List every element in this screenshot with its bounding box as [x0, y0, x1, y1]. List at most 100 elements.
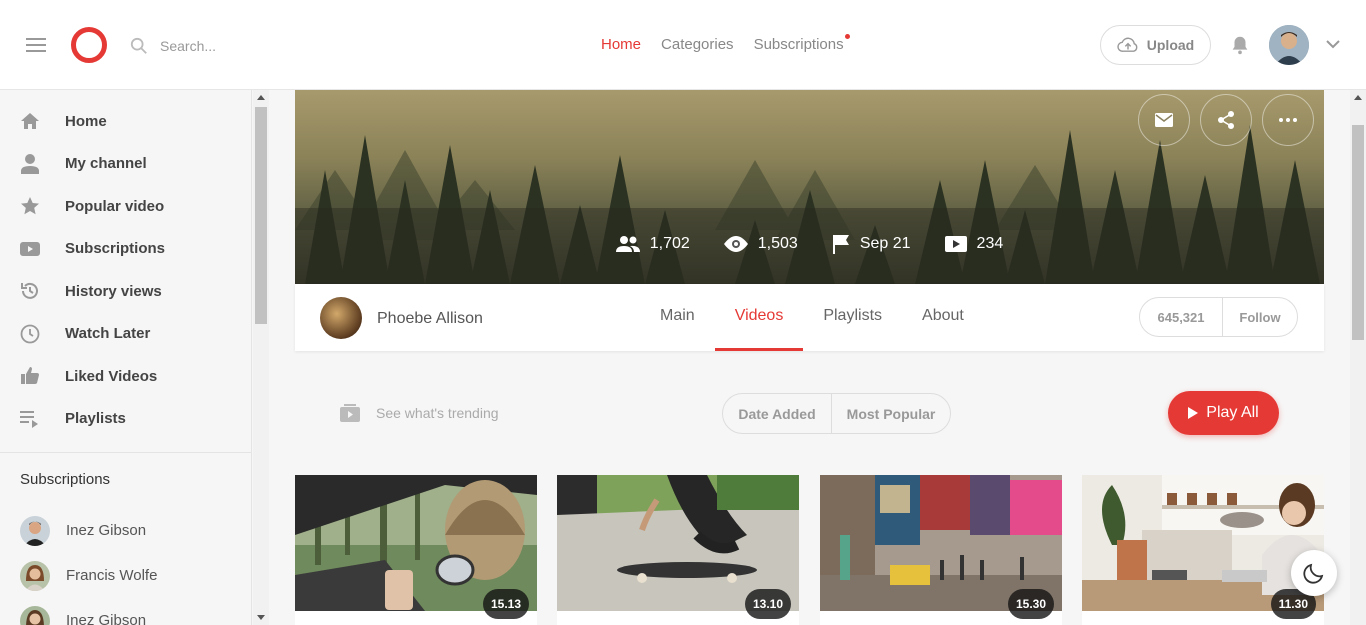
flag-icon: [832, 235, 849, 254]
eye-icon: [723, 236, 748, 252]
subscription-name: Inez Gibson: [66, 612, 147, 625]
play-icon: [1188, 407, 1199, 419]
sidebar-item-label: Popular video: [65, 197, 165, 215]
video-duration: 13.10: [744, 589, 791, 619]
subscription-name: Francis Wolfe: [66, 567, 158, 584]
subscription-item[interactable]: Inez Gibson: [0, 598, 251, 625]
subscriptions-heading: Subscriptions: [20, 471, 111, 488]
clock-icon: [20, 324, 40, 344]
sidebar-item-label: Subscriptions: [65, 240, 166, 258]
date-stat: Sep 21: [832, 234, 911, 254]
sidebar-divider: [0, 452, 251, 453]
sidebar-item-watch-later[interactable]: Watch Later: [0, 313, 251, 356]
upload-button[interactable]: Upload: [1100, 25, 1211, 65]
subscribers-stat: 1,702: [615, 234, 690, 254]
channel-avatar[interactable]: [320, 297, 362, 339]
tab-videos[interactable]: Videos: [714, 284, 804, 351]
sidebar-item-label: My channel: [65, 155, 147, 173]
play-all-label: Play All: [1206, 404, 1259, 421]
sidebar-item-playlists[interactable]: Playlists: [0, 398, 251, 441]
sidebar-item-label: History views: [65, 282, 162, 300]
trending-link[interactable]: See what's trending: [376, 405, 499, 421]
logo[interactable]: [71, 27, 107, 63]
search-input[interactable]: [160, 34, 360, 58]
follow-button[interactable]: Follow: [1223, 298, 1297, 336]
channel-bar: Phoebe Allison Main Videos Playlists Abo…: [295, 284, 1324, 351]
channel-name[interactable]: Phoebe Allison: [377, 310, 483, 328]
sidebar-item-label: Watch Later: [65, 325, 151, 343]
moon-icon: [1303, 563, 1324, 584]
sort-date-added-button[interactable]: Date Added: [723, 394, 832, 433]
share-button[interactable]: [1200, 94, 1252, 146]
avatar: [20, 560, 50, 591]
message-button[interactable]: [1138, 94, 1190, 146]
scrollbar-thumb[interactable]: [1352, 125, 1364, 340]
stat-value: 1,503: [757, 235, 798, 252]
subscription-item[interactable]: Inez Gibson: [0, 508, 251, 553]
sidebar-item-popular-video[interactable]: Popular video: [0, 185, 251, 228]
tab-playlists[interactable]: Playlists: [803, 284, 902, 351]
sidebar-item-home[interactable]: Home: [0, 100, 251, 143]
video-card[interactable]: 11.30: [1082, 475, 1324, 625]
more-icon: [1279, 118, 1297, 122]
nav-subscriptions-label: Subscriptions: [753, 36, 844, 53]
sidebar-item-liked-videos[interactable]: Liked Videos: [0, 355, 251, 398]
scroll-down-arrow[interactable]: [257, 615, 265, 620]
follow-group: 645,321 Follow: [1139, 297, 1298, 337]
subscription-name: Inez Gibson: [66, 522, 147, 539]
video-card[interactable]: 15.30: [820, 475, 1062, 625]
upload-label: Upload: [1146, 37, 1195, 53]
banner-stats: 1,702 1,503 Sep 21 234: [295, 234, 1324, 254]
sidebar-item-history-views[interactable]: History views: [0, 270, 251, 313]
sort-most-popular-button[interactable]: Most Popular: [832, 394, 950, 433]
follower-count: 645,321: [1140, 298, 1223, 336]
dark-mode-toggle[interactable]: [1291, 550, 1337, 596]
nav-home[interactable]: Home: [601, 36, 641, 53]
top-nav: Home Categories Subscriptions: [601, 34, 850, 53]
sidebar-item-label: Liked Videos: [65, 367, 158, 385]
nav-subscriptions[interactable]: Subscriptions: [753, 34, 850, 53]
videos-stat: 234: [944, 234, 1004, 254]
avatar: [20, 605, 50, 625]
video-card[interactable]: 15.13: [295, 475, 537, 625]
avatar[interactable]: [1269, 25, 1309, 65]
hamburger-icon[interactable]: [26, 38, 46, 52]
video-card[interactable]: 13.10: [557, 475, 799, 625]
home-icon: [20, 111, 40, 131]
top-header: Home Categories Subscriptions Upload: [0, 0, 1366, 90]
video-icon: [944, 236, 967, 252]
youtube-play-icon: [20, 239, 40, 259]
star-icon: [20, 196, 40, 216]
stat-value: 1,702: [649, 235, 690, 252]
thumbs-up-icon: [20, 366, 40, 386]
page-scrollbar[interactable]: [1350, 90, 1366, 625]
sidebar-item-label: Playlists: [65, 410, 126, 428]
sidebar-item-subscriptions[interactable]: Subscriptions: [0, 228, 251, 271]
scroll-up-arrow[interactable]: [1354, 95, 1362, 100]
sidebar-item-my-channel[interactable]: My channel: [0, 143, 251, 186]
sidebar: Home My channel Popular video Subscripti…: [0, 90, 252, 625]
search-icon: [130, 37, 147, 54]
subscription-item[interactable]: Francis Wolfe: [0, 553, 251, 598]
more-options-button[interactable]: [1262, 94, 1314, 146]
tab-main[interactable]: Main: [640, 284, 715, 351]
video-duration: 15.30: [1007, 589, 1054, 619]
notification-dot: [844, 34, 850, 39]
cloud-upload-icon: [1117, 37, 1138, 52]
scrollbar-thumb[interactable]: [255, 107, 267, 324]
history-icon: [20, 281, 40, 301]
stat-value: 234: [976, 235, 1004, 252]
sidebar-scrollbar[interactable]: [253, 90, 269, 625]
tab-about[interactable]: About: [902, 284, 984, 351]
sidebar-item-label: Home: [65, 112, 107, 130]
trending-icon: [340, 404, 360, 422]
views-stat: 1,503: [723, 234, 798, 254]
scroll-up-arrow[interactable]: [257, 95, 265, 100]
playlist-icon: [20, 409, 40, 429]
chevron-down-icon[interactable]: [1326, 39, 1340, 49]
bell-icon[interactable]: [1229, 34, 1251, 56]
play-all-button[interactable]: Play All: [1168, 391, 1279, 435]
stat-value: Sep 21: [859, 235, 911, 252]
share-icon: [1218, 111, 1234, 129]
nav-categories[interactable]: Categories: [661, 36, 734, 53]
